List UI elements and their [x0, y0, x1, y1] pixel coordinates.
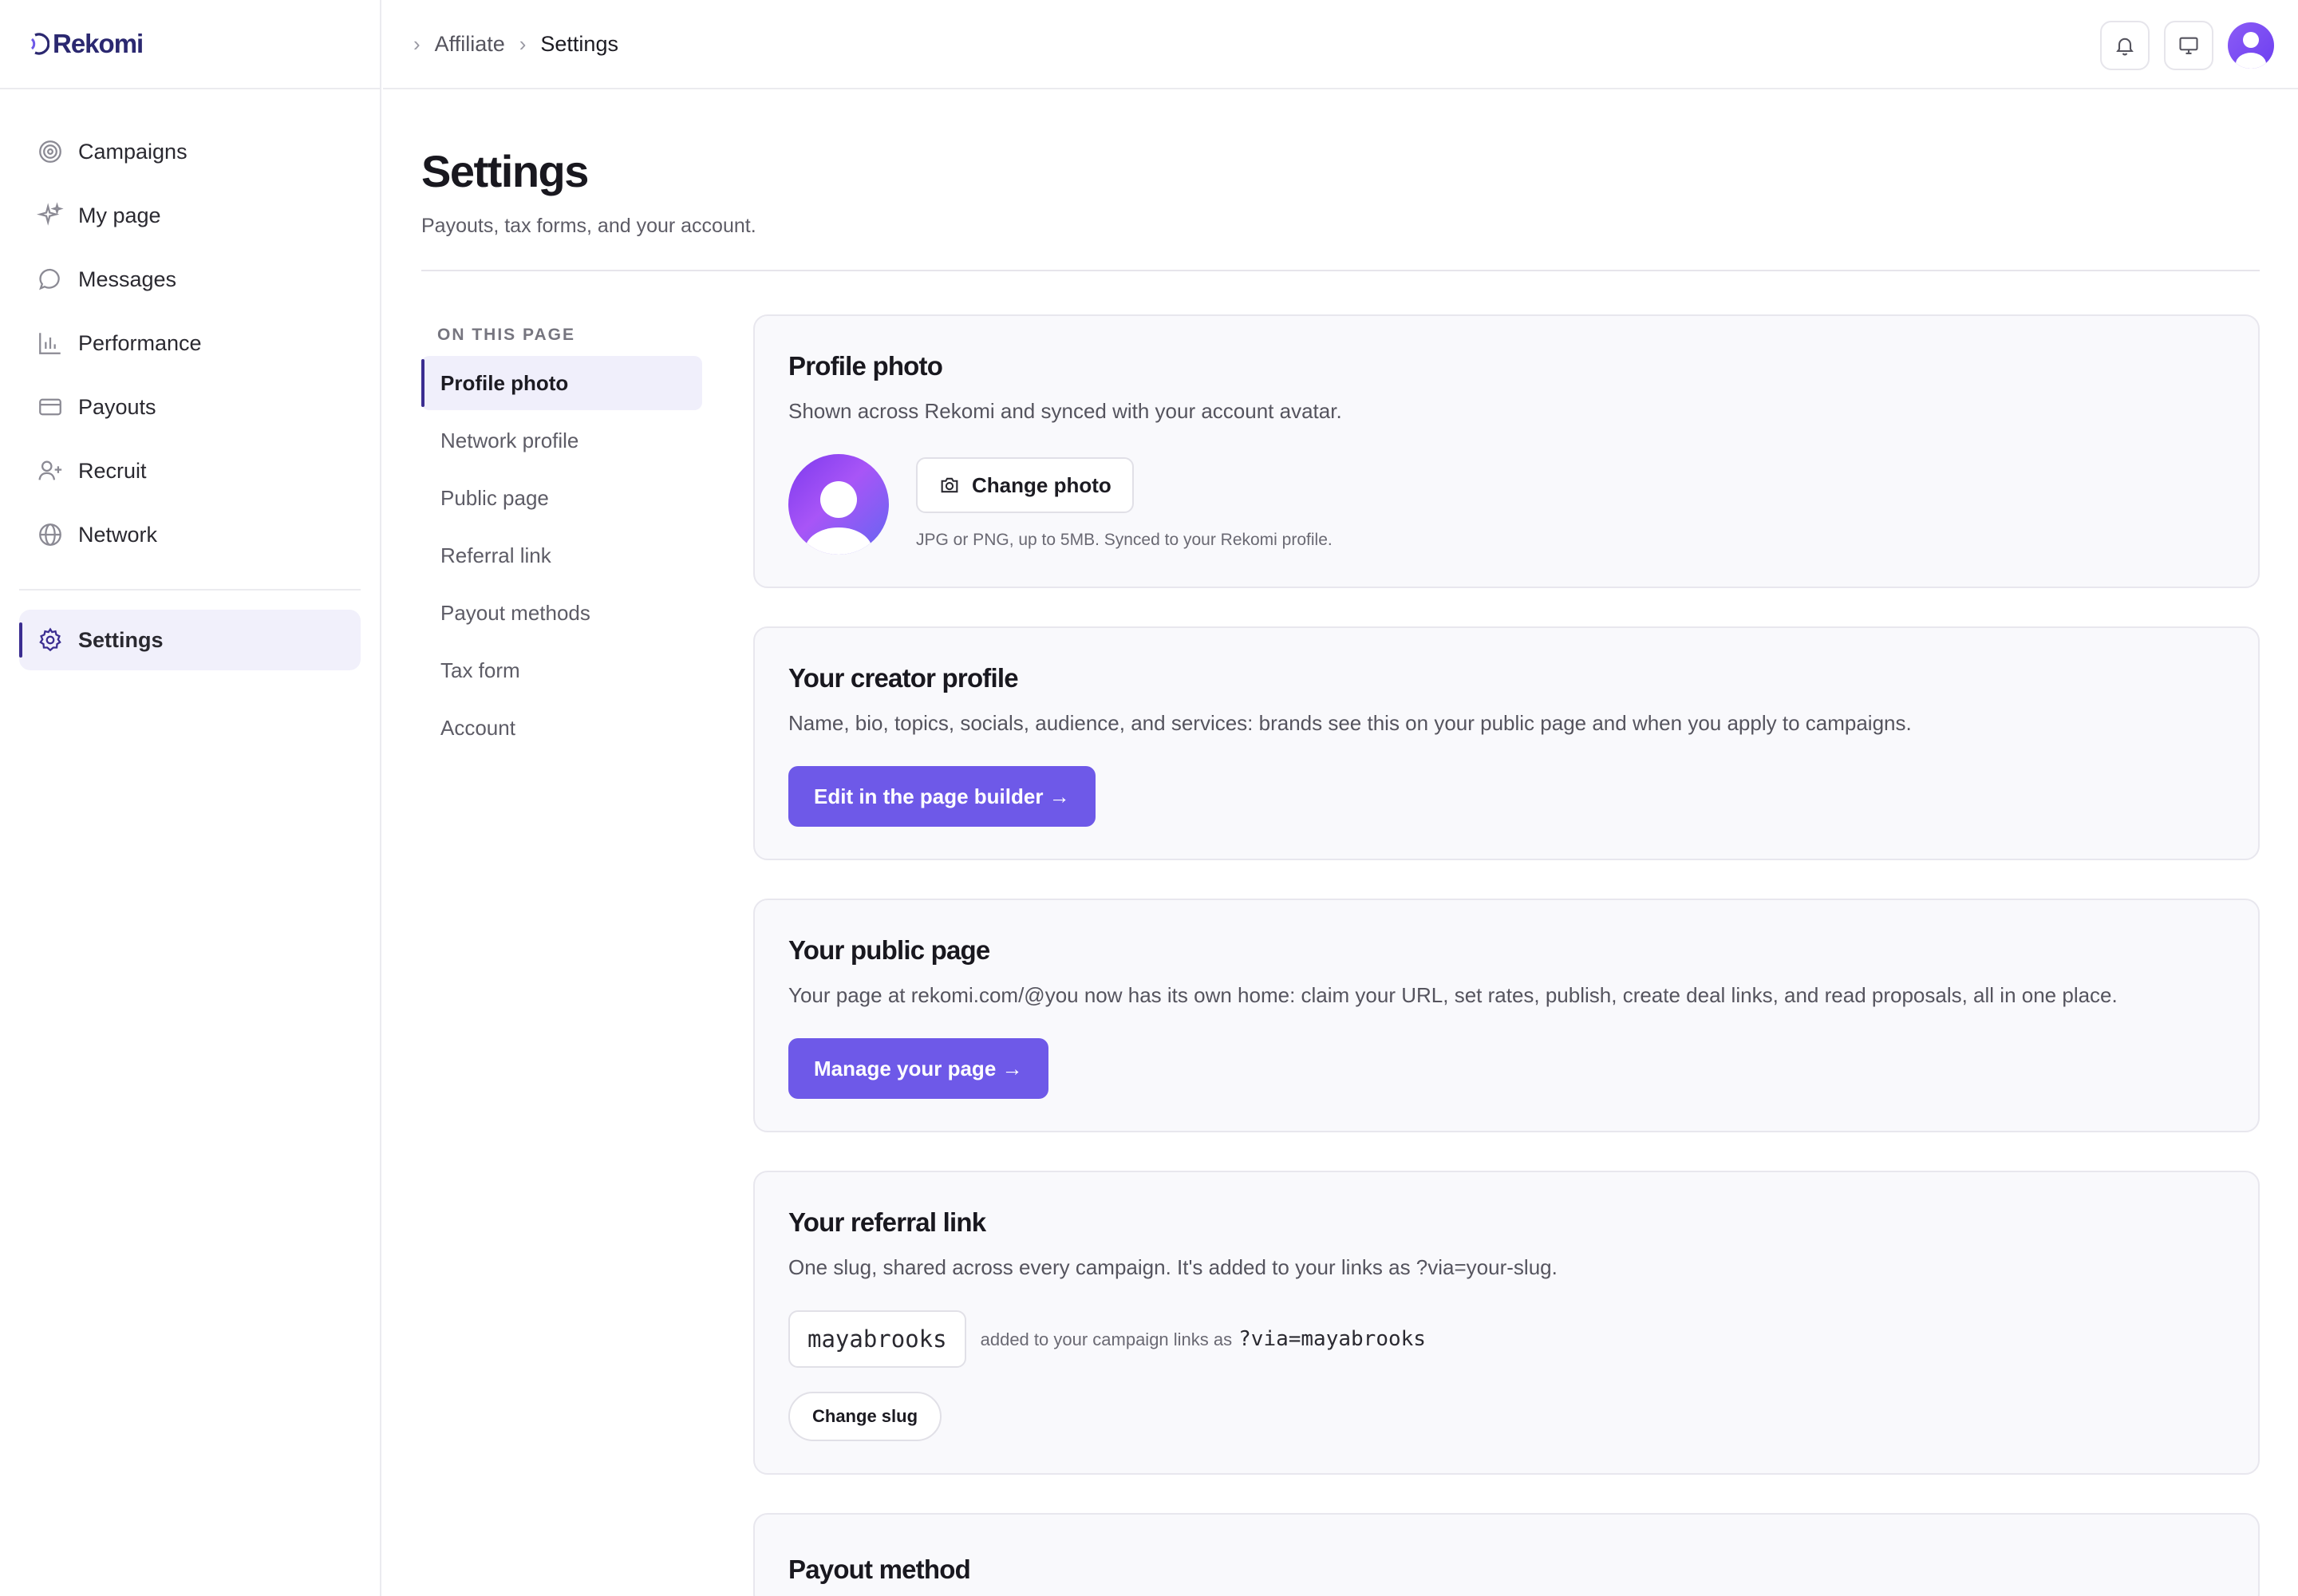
- card-description: Shown across Rekomi and synced with your…: [788, 399, 1342, 423]
- on-this-page-nav: ON THIS PAGE Profile photo Network profi…: [421, 321, 702, 758]
- profile-avatar: [788, 454, 889, 555]
- main-content: Settings Payouts, tax forms, and your ac…: [421, 89, 2260, 1596]
- change-photo-button[interactable]: Change photo: [916, 457, 1134, 513]
- display-button[interactable]: [2164, 21, 2213, 70]
- breadcrumb: › Affiliate › Settings: [413, 32, 618, 57]
- sparkles-icon: [37, 202, 64, 226]
- slug-note-text: added to your campaign links as: [980, 1329, 1233, 1349]
- breadcrumb-current: Settings: [540, 31, 618, 56]
- referral-link-card: Your referral link One slug, shared acro…: [753, 1171, 2260, 1475]
- sidebar-item-performance[interactable]: Performance: [19, 313, 361, 373]
- toc-item-payout-methods[interactable]: Payout methods: [421, 586, 702, 640]
- chat-bubble-icon: [39, 268, 60, 290]
- photo-actions: Change photo JPG or PNG, up to 5MB. Sync…: [916, 457, 1333, 550]
- photo-row: Change photo JPG or PNG, up to 5MB. Sync…: [788, 454, 2225, 555]
- sidebar-item-label: Network: [78, 522, 158, 547]
- camera-icon: [941, 477, 958, 493]
- card-title: Profile photo: [788, 351, 943, 381]
- user-silhouette-icon: [805, 481, 872, 555]
- page-title: Settings: [421, 146, 589, 196]
- change-photo-label: Change photo: [972, 472, 1111, 497]
- card-title: Your referral link: [788, 1207, 986, 1237]
- toc-item-public-page[interactable]: Public page: [421, 471, 702, 525]
- sidebar-nav: Campaigns My page Messages Performance P…: [0, 89, 380, 670]
- brand-logo[interactable]: Rekomi: [0, 0, 380, 89]
- manage-page-button[interactable]: Manage your page →: [788, 1038, 1048, 1099]
- photo-hint: JPG or PNG, up to 5MB. Synced to your Re…: [916, 531, 1333, 549]
- toc-item-profile-photo[interactable]: Profile photo: [421, 356, 702, 410]
- slug-value: mayabrooks: [788, 1310, 966, 1368]
- notifications-button[interactable]: [2100, 21, 2150, 70]
- toc-item-referral-link[interactable]: Referral link: [421, 528, 702, 583]
- sidebar-item-my-page[interactable]: My page: [19, 185, 361, 246]
- toc-item-account[interactable]: Account: [421, 701, 702, 755]
- card-description: Your page at rekomi.com/@you now has its…: [788, 983, 2118, 1007]
- chevron-right-icon: ›: [519, 31, 527, 56]
- sidebar-item-settings[interactable]: Settings: [19, 610, 361, 670]
- payout-method-card: Payout method: [753, 1513, 2260, 1596]
- user-silhouette-icon: [2236, 32, 2266, 69]
- card-title: Your creator profile: [788, 663, 1019, 693]
- logo-mark-icon: [30, 33, 49, 55]
- user-avatar[interactable]: [2228, 22, 2274, 69]
- sidebar-item-label: Settings: [78, 627, 164, 652]
- slug-param: ?via=mayabrooks: [1238, 1327, 1426, 1351]
- header-divider: [421, 270, 2260, 271]
- change-slug-button[interactable]: Change slug: [788, 1392, 942, 1441]
- card-description: One slug, shared across every campaign. …: [788, 1255, 1558, 1279]
- monitor-icon: [2179, 37, 2198, 54]
- profile-photo-card: Profile photo Shown across Rekomi and sy…: [753, 314, 2260, 588]
- sidebar-divider: [19, 589, 361, 591]
- globe-icon: [39, 523, 61, 546]
- card-title: Your public page: [788, 935, 990, 965]
- sidebar-item-label: Messages: [78, 267, 177, 291]
- sidebar-item-label: Performance: [78, 330, 202, 355]
- page-subtitle: Payouts, tax forms, and your account.: [421, 215, 756, 237]
- edit-page-builder-button[interactable]: Edit in the page builder →: [788, 766, 1096, 827]
- sidebar-item-recruit[interactable]: Recruit: [19, 440, 361, 501]
- sidebar-item-messages[interactable]: Messages: [19, 249, 361, 310]
- bar-chart-icon: [39, 333, 61, 354]
- target-icon: [39, 140, 61, 163]
- sidebar-item-label: My page: [78, 203, 161, 227]
- toc-item-network-profile[interactable]: Network profile: [421, 413, 702, 468]
- top-actions: [2100, 21, 2274, 70]
- settings-cards: Profile photo Shown across Rekomi and sy…: [753, 314, 2260, 1596]
- sidebar-item-campaigns[interactable]: Campaigns: [19, 121, 361, 182]
- toc-item-tax-form[interactable]: Tax form: [421, 643, 702, 697]
- gear-icon: [39, 627, 61, 652]
- sidebar-item-network[interactable]: Network: [19, 504, 361, 565]
- sidebar-item-label: Campaigns: [78, 139, 188, 164]
- topbar: › Affiliate › Settings: [383, 0, 2298, 89]
- sidebar-item-label: Payouts: [78, 394, 156, 419]
- card-title: Payout method: [788, 1555, 971, 1584]
- chevron-right-icon: ›: [413, 31, 421, 56]
- slug-row: mayabrooks added to your campaign links …: [788, 1310, 2225, 1368]
- brand-name: Rekomi: [53, 29, 144, 58]
- user-plus-icon: [38, 460, 62, 480]
- sidebar: Rekomi Campaigns My page Messages Perfor…: [0, 0, 381, 1596]
- sidebar-item-label: Recruit: [78, 458, 147, 483]
- card-description: Name, bio, topics, socials, audience, an…: [788, 711, 1912, 735]
- sidebar-item-payouts[interactable]: Payouts: [19, 377, 361, 437]
- creator-profile-card: Your creator profile Name, bio, topics, …: [753, 626, 2260, 860]
- toc-heading: ON THIS PAGE: [437, 326, 575, 344]
- credit-card-icon: [39, 398, 61, 416]
- slug-note: added to your campaign links as ?via=maya…: [981, 1327, 1426, 1351]
- bell-icon: [2116, 38, 2134, 56]
- public-page-card: Your public page Your page at rekomi.com…: [753, 899, 2260, 1132]
- breadcrumb-parent[interactable]: Affiliate: [435, 32, 505, 57]
